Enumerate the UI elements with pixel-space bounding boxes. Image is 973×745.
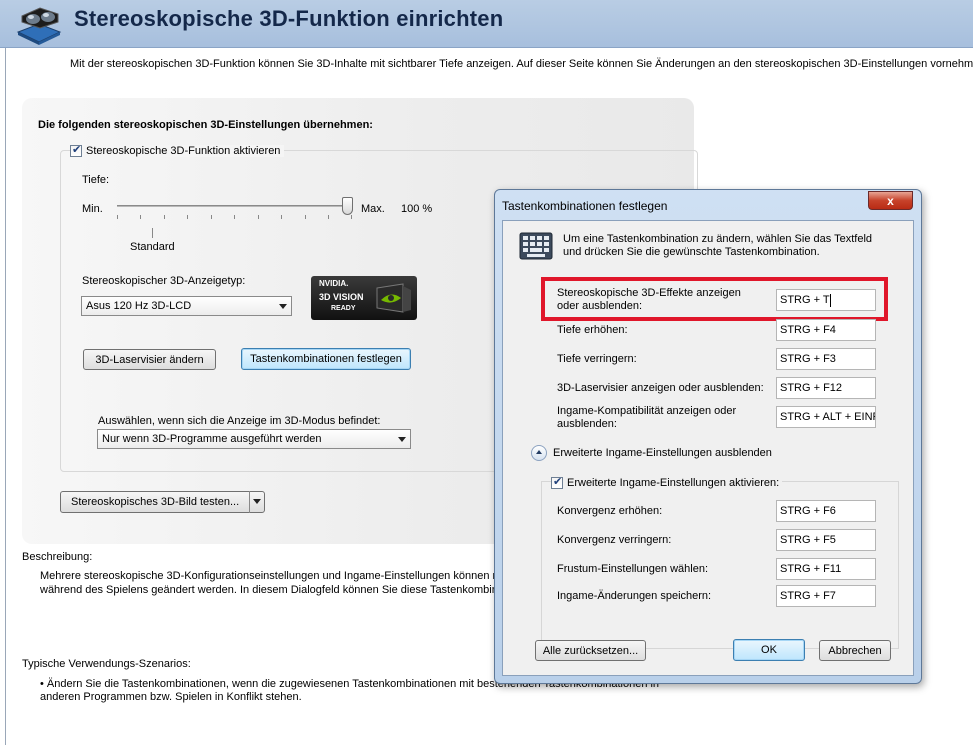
hotkey-label: Konvergenz erhöhen: xyxy=(557,505,663,517)
settings-heading: Die folgenden stereoskopischen 3D-Einste… xyxy=(38,119,373,131)
depth-min-label: Min. xyxy=(82,203,103,215)
depth-value: 100 % xyxy=(401,203,433,215)
hotkey-label: Tiefe erhöhen: xyxy=(557,324,628,336)
advanced-collapse-toggle[interactable]: Erweiterte Ingame-Einstellungen ausblend… xyxy=(531,445,772,461)
slider-tick xyxy=(281,215,282,219)
test-stereo-image-button[interactable]: Stereoskopisches 3D-Bild testen... xyxy=(60,491,265,513)
hotkey-input-frustum[interactable]: STRG + F11 xyxy=(776,558,876,580)
hotkey-label-line: ausblenden: xyxy=(557,418,617,430)
hotkey-input-laser-sight[interactable]: STRG + F12 xyxy=(776,377,876,399)
description-heading: Beschreibung: xyxy=(22,551,93,563)
hotkeys-dialog: Tastenkombinationen festlegen x Um eine … xyxy=(494,189,922,684)
intro-text: Mit der stereoskopischen 3D-Funktion kön… xyxy=(70,58,973,70)
depth-max-label: Max. xyxy=(361,203,385,215)
hotkey-label: 3D-Laservisier anzeigen oder ausblenden: xyxy=(557,382,764,394)
dialog-title: Tastenkombinationen festlegen xyxy=(502,199,668,213)
hotkey-input-depth-up[interactable]: STRG + F4 xyxy=(776,319,876,341)
mode-select[interactable]: Nur wenn 3D-Programme ausgeführt werden xyxy=(97,429,411,449)
slider-tick xyxy=(140,215,141,219)
checkbox-checked-icon[interactable] xyxy=(551,475,563,489)
hotkey-input-convergence-up[interactable]: STRG + F6 xyxy=(776,500,876,522)
hotkey-input-save-changes[interactable]: STRG + F7 xyxy=(776,585,876,607)
cancel-button[interactable]: Abbrechen xyxy=(819,640,891,661)
display-type-value: Asus 120 Hz 3D-LCD xyxy=(86,300,192,312)
mode-label: Auswählen, wenn sich die Anzeige im 3D-M… xyxy=(98,415,381,427)
left-divider xyxy=(5,48,6,745)
dialog-instruction: Um eine Tastenkombination zu ändern, wäh… xyxy=(563,233,873,245)
nvidia-ready-text: READY xyxy=(331,305,356,312)
page-title: Stereoskopische 3D-Funktion einrichten xyxy=(74,6,504,31)
stereo-3d-glasses-icon xyxy=(16,7,62,45)
change-laser-sight-button[interactable]: 3D-Laservisier ändern xyxy=(83,349,216,370)
dialog-client-area: Um eine Tastenkombination zu ändern, wäh… xyxy=(502,220,914,676)
depth-slider-track[interactable] xyxy=(117,205,352,207)
standard-marker xyxy=(152,228,153,238)
close-button[interactable]: x xyxy=(868,191,913,210)
split-divider xyxy=(249,491,250,513)
slider-tick xyxy=(328,215,329,219)
depth-standard-label: Standard xyxy=(130,241,175,253)
stereo-enable-checkbox[interactable]: Stereoskopische 3D-Funktion aktivieren xyxy=(70,143,285,157)
depth-label: Tiefe: xyxy=(82,174,110,186)
display-type-label: Stereoskopischer 3D-Anzeigetyp: xyxy=(82,275,246,287)
page-header: Stereoskopische 3D-Funktion einrichten xyxy=(0,0,973,48)
hotkey-input-compatibility[interactable]: STRG + ALT + EINF xyxy=(776,406,876,428)
reset-all-button[interactable]: Alle zurücksetzen... xyxy=(535,640,646,661)
nvidia-brand-text: NVIDIA. xyxy=(319,279,349,288)
display-type-select[interactable]: Asus 120 Hz 3D-LCD xyxy=(81,296,292,316)
checkbox-checked-icon[interactable] xyxy=(70,143,82,157)
close-icon: x xyxy=(887,193,894,208)
test-button-label: Stereoskopisches 3D-Bild testen... xyxy=(71,496,240,508)
advanced-enable-label: Erweiterte Ingame-Einstellungen aktivier… xyxy=(567,477,780,489)
hotkey-label: Ingame-Änderungen speichern: xyxy=(557,590,712,602)
nvidia-3d-vision-ready-logo: NVIDIA. 3D VISION READY xyxy=(311,276,417,320)
nvidia-product-text: 3D VISION xyxy=(319,292,364,302)
chevron-down-icon xyxy=(279,304,287,309)
stereo-enable-label: Stereoskopische 3D-Funktion aktivieren xyxy=(86,145,281,157)
slider-tick xyxy=(164,215,165,219)
hotkey-input-depth-down[interactable]: STRG + F3 xyxy=(776,348,876,370)
hotkey-label: Ingame-Kompatibilität anzeigen oder ausb… xyxy=(557,405,736,431)
slider-tick xyxy=(258,215,259,219)
dialog-instruction: und drücken Sie die gewünschte Tastenkom… xyxy=(563,246,820,258)
mode-value: Nur wenn 3D-Programme ausgeführt werden xyxy=(102,433,322,445)
dropdown-arrow-icon[interactable] xyxy=(253,499,261,504)
hotkey-label: Tiefe verringern: xyxy=(557,353,637,365)
description-text: Mehrere stereoskopische 3D-Konfiguration… xyxy=(40,570,508,582)
set-hotkeys-button[interactable]: Tastenkombinationen festlegen xyxy=(241,348,411,370)
ok-button[interactable]: OK xyxy=(733,639,805,661)
slider-tick xyxy=(305,215,306,219)
slider-tick xyxy=(351,215,352,219)
hotkey-input-convergence-down[interactable]: STRG + F5 xyxy=(776,529,876,551)
nvidia-eye-icon xyxy=(376,283,411,313)
slider-tick xyxy=(117,215,118,219)
advanced-enable-checkbox[interactable]: Erweiterte Ingame-Einstellungen aktivier… xyxy=(551,475,783,489)
chevron-down-icon xyxy=(398,437,406,442)
advanced-toggle-label: Erweiterte Ingame-Einstellungen ausblend… xyxy=(553,447,772,459)
collapse-up-icon[interactable] xyxy=(531,445,547,461)
description-text: während des Spielens geändert werden. In… xyxy=(40,584,507,596)
hotkey-label: Frustum-Einstellungen wählen: xyxy=(557,563,709,575)
depth-slider-thumb[interactable] xyxy=(342,197,353,215)
keyboard-icon xyxy=(519,232,553,260)
hotkey-label: Konvergenz verringern: xyxy=(557,534,672,546)
highlight-annotation xyxy=(541,277,888,321)
usage-text: anderen Programmen bzw. Spielen in Konfl… xyxy=(40,691,302,703)
slider-tick xyxy=(234,215,235,219)
slider-tick xyxy=(187,215,188,219)
hotkey-label-line: Ingame-Kompatibilität anzeigen oder xyxy=(557,405,737,417)
slider-tick xyxy=(211,215,212,219)
usage-heading: Typische Verwendungs-Szenarios: xyxy=(22,658,191,670)
